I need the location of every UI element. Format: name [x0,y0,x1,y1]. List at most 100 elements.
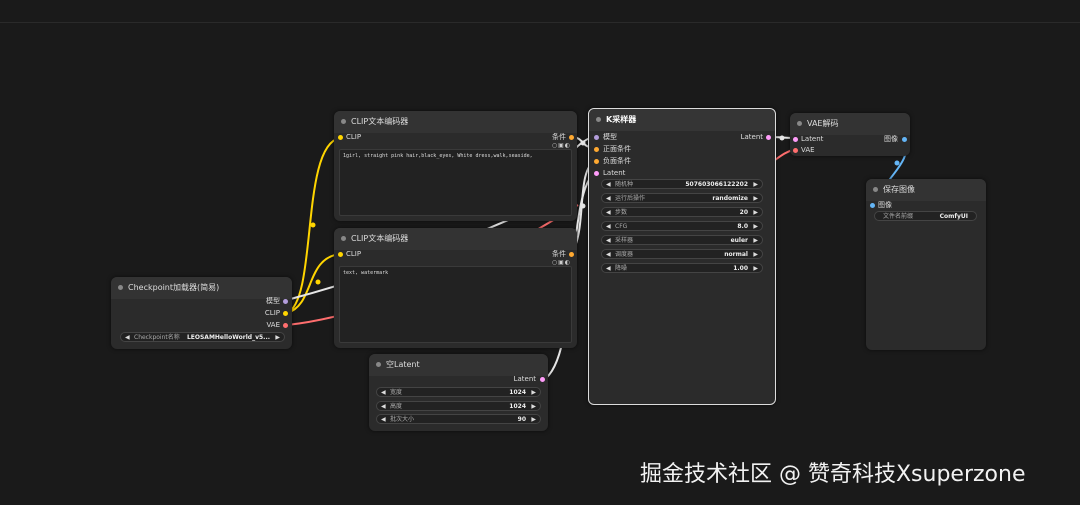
cfg-widget[interactable]: ◀ CFG 8.0 ▶ [601,221,763,231]
widget-value: euler [730,237,748,244]
input-latent-port[interactable] [594,171,599,176]
watermark-text: 掘金技术社区 @ 赞奇科技Xsuperzone [640,462,1026,487]
input-clip-label: CLIP [346,250,362,258]
arrow-left-icon[interactable]: ◀ [606,251,611,258]
output-latent-label: Latent [740,133,763,141]
output-model-port[interactable] [283,299,288,304]
input-latent-port[interactable] [793,137,798,142]
input-negative-port[interactable] [594,159,599,164]
arrow-left-icon[interactable]: ◀ [125,334,130,341]
output-vae-port[interactable] [283,323,288,328]
arrow-right-icon[interactable]: ▶ [753,223,758,230]
input-negative-label: 负面条件 [603,157,631,165]
node-title[interactable]: VAE解码 [790,113,910,135]
arrow-right-icon[interactable]: ▶ [531,389,536,396]
node-title[interactable]: Checkpoint加载器(简易) [111,277,292,299]
widget-name: 高度 [390,403,403,410]
arrow-left-icon[interactable]: ◀ [381,416,386,423]
prompt-textarea[interactable]: text, watermark [339,266,572,343]
output-clip-port[interactable] [283,311,288,316]
output-image-label: 图像 [884,135,898,143]
output-vae-label: VAE [266,321,280,329]
input-model-port[interactable] [594,135,599,140]
denoise-widget[interactable]: ◀ 降噪 1.00 ▶ [601,263,763,273]
widget-name: 运行后操作 [615,195,646,202]
input-latent-label: Latent [603,169,626,177]
widget-toggle-icons[interactable]: ○▣◐ [552,142,571,149]
scheduler-widget[interactable]: ◀ 调度器 normal ▶ [601,249,763,259]
node-title[interactable]: K采样器 [589,109,775,131]
input-model-label: 模型 [603,133,617,141]
prompt-textarea[interactable]: 1girl, straight pink hair,black_eyes, Wh… [339,149,572,216]
output-conditioning-port[interactable] [569,252,574,257]
input-vae-port[interactable] [793,148,798,153]
width-widget[interactable]: ◀ 宽度 1024 ▶ [376,387,541,397]
output-latent-label: Latent [513,375,536,383]
clip-text-encode-negative-node[interactable]: CLIP文本编码器 CLIP 条件 ○▣◐ text, watermark [334,228,577,348]
arrow-right-icon[interactable]: ▶ [275,334,280,341]
collapse-dot-icon[interactable] [341,236,346,241]
widget-name: 宽度 [390,389,403,396]
arrow-left-icon[interactable]: ◀ [606,265,611,272]
clip-text-encode-positive-node[interactable]: CLIP文本编码器 CLIP 条件 ○▣◐ 1girl, straight pi… [334,111,577,221]
arrow-left-icon[interactable]: ◀ [381,389,386,396]
widget-value: randomize [712,195,748,202]
widget-value: 1024 [509,389,526,396]
arrow-right-icon[interactable]: ▶ [753,265,758,272]
output-conditioning-port[interactable] [569,135,574,140]
widget-toggle-icons[interactable]: ○▣◐ [552,259,571,266]
ckpt-name-combo[interactable]: ◀ Checkpoint名称 LEOSAMHelloWorld_v5... ▶ [120,332,285,342]
filename-prefix-widget[interactable]: 文件名前缀 ComfyUI [874,211,977,221]
vae-decode-node[interactable]: VAE解码 Latent VAE 图像 [790,113,910,156]
output-latent-port[interactable] [766,135,771,140]
arrow-right-icon[interactable]: ▶ [753,209,758,216]
arrow-right-icon[interactable]: ▶ [753,237,758,244]
node-title[interactable]: 空Latent [369,354,548,376]
input-clip-port[interactable] [338,252,343,257]
input-image-port[interactable] [870,203,875,208]
collapse-dot-icon[interactable] [341,119,346,124]
arrow-right-icon[interactable]: ▶ [531,403,536,410]
widget-value: 1024 [509,403,526,410]
checkpoint-loader-node[interactable]: Checkpoint加载器(简易) 模型 CLIP VAE ◀ Checkpoi… [111,277,292,349]
arrow-left-icon[interactable]: ◀ [606,237,611,244]
widget-value: 1.00 [733,265,748,272]
node-title-text: 空Latent [386,360,420,369]
arrow-left-icon[interactable]: ◀ [606,195,611,202]
ksampler-node[interactable]: K采样器 模型 正面条件 负面条件 Latent Latent ◀ 随机种 50… [588,108,776,405]
input-clip-port[interactable] [338,135,343,140]
input-positive-port[interactable] [594,147,599,152]
collapse-dot-icon[interactable] [873,187,878,192]
arrow-right-icon[interactable]: ▶ [753,181,758,188]
node-title-text: VAE解码 [807,119,839,128]
batch-size-widget[interactable]: ◀ 批次大小 90 ▶ [376,414,541,424]
save-image-node[interactable]: 保存图像 图像 文件名前缀 ComfyUI [866,179,986,350]
steps-widget[interactable]: ◀ 步数 20 ▶ [601,207,763,217]
input-clip-label: CLIP [346,133,362,141]
arrow-left-icon[interactable]: ◀ [381,403,386,410]
collapse-dot-icon[interactable] [376,362,381,367]
output-latent-port[interactable] [540,377,545,382]
arrow-right-icon[interactable]: ▶ [753,251,758,258]
arrow-right-icon[interactable]: ▶ [753,195,758,202]
empty-latent-node[interactable]: 空Latent Latent ◀ 宽度 1024 ▶ ◀ 高度 1024 ▶ ◀… [369,354,548,431]
arrow-right-icon[interactable]: ▶ [531,416,536,423]
node-title[interactable]: CLIP文本编码器 [334,228,577,250]
seed-widget[interactable]: ◀ 随机种 507603066122202 ▶ [601,179,763,189]
collapse-dot-icon[interactable] [118,285,123,290]
node-title[interactable]: CLIP文本编码器 [334,111,577,133]
widget-name: 采样器 [615,237,634,244]
sampler-widget[interactable]: ◀ 采样器 euler ▶ [601,235,763,245]
control-after-generate-widget[interactable]: ◀ 运行后操作 randomize ▶ [601,193,763,203]
arrow-left-icon[interactable]: ◀ [606,223,611,230]
widget-name: 批次大小 [390,416,415,423]
output-image-port[interactable] [902,137,907,142]
input-positive-label: 正面条件 [603,145,631,153]
node-title-text: K采样器 [606,115,637,124]
node-title[interactable]: 保存图像 [866,179,986,201]
arrow-left-icon[interactable]: ◀ [606,181,611,188]
arrow-left-icon[interactable]: ◀ [606,209,611,216]
height-widget[interactable]: ◀ 高度 1024 ▶ [376,401,541,411]
collapse-dot-icon[interactable] [797,121,802,126]
collapse-dot-icon[interactable] [596,117,601,122]
